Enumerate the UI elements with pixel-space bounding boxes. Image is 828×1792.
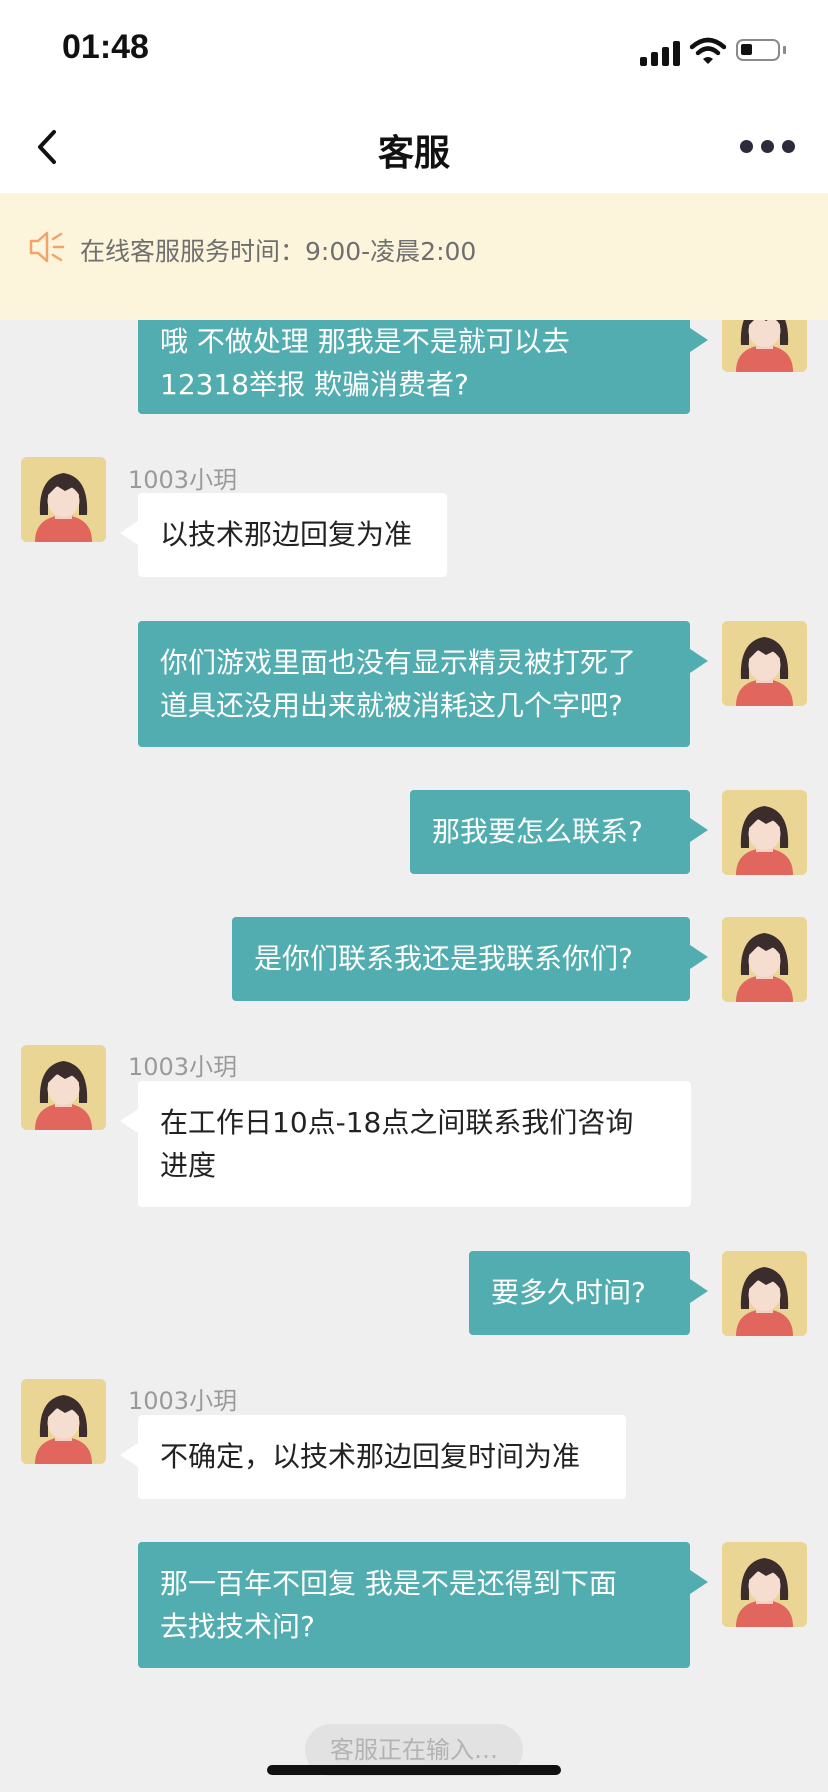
message-bubble-received[interactable]: 在工作日10点-18点之间联系我们咨询 进度 [120, 1081, 691, 1207]
wifi-icon [690, 37, 726, 64]
message-bubble-sent[interactable]: 要多久时间? [469, 1251, 708, 1335]
my-avatar[interactable] [722, 1251, 807, 1336]
sender-name: 1003小玥 [128, 1053, 238, 1081]
agent-avatar[interactable] [21, 1045, 106, 1130]
message-bubble-received[interactable]: 以技术那边回复为准 [120, 493, 447, 577]
my-avatar[interactable] [722, 917, 807, 1002]
message-bubble-sent[interactable]: 哦 不做处理 那我是不是就可以去 12318举报 欺骗消费者? [138, 320, 708, 414]
agent-avatar[interactable] [21, 457, 106, 542]
nav-bar: 客服 [0, 100, 828, 193]
battery-tip [783, 46, 786, 54]
notice-text: 在线客服服务时间：9:00-凌晨2:00 [80, 237, 477, 266]
page-title: 客服 [377, 133, 450, 174]
message-bubble-sent[interactable]: 你们游戏里面也没有显示精灵被打死了 道具还没用出来就被消耗这几个字吧? [138, 621, 708, 747]
my-avatar[interactable] [722, 320, 807, 372]
home-indicator[interactable] [267, 1765, 561, 1775]
message-bubble-sent[interactable]: 那我要怎么联系? [410, 790, 708, 874]
my-avatar[interactable] [722, 621, 807, 706]
battery-icon [736, 39, 780, 61]
status-bar: 01:48 [0, 0, 828, 100]
speaker-icon [29, 231, 65, 263]
agent-avatar[interactable] [21, 1379, 106, 1464]
my-avatar[interactable] [722, 790, 807, 875]
sender-name: 1003小玥 [128, 466, 238, 494]
message-bubble-sent[interactable]: 是你们联系我还是我联系你们? [232, 917, 708, 1001]
message-bubble-sent[interactable]: 那一百年不回复 我是不是还得到下面 去找技术问? [138, 1542, 708, 1668]
sender-name: 1003小玥 [128, 1387, 238, 1415]
cellular-signal-icon [640, 40, 682, 66]
chat-area[interactable]: 哦 不做处理 那我是不是就可以去 12318举报 欺骗消费者? 1003小玥 以… [0, 320, 828, 1792]
my-avatar[interactable] [722, 1542, 807, 1627]
more-options-icon[interactable] [740, 140, 796, 154]
status-time: 01:48 [62, 28, 149, 66]
message-bubble-received[interactable]: 不确定，以技术那边回复时间为准 [120, 1415, 626, 1499]
